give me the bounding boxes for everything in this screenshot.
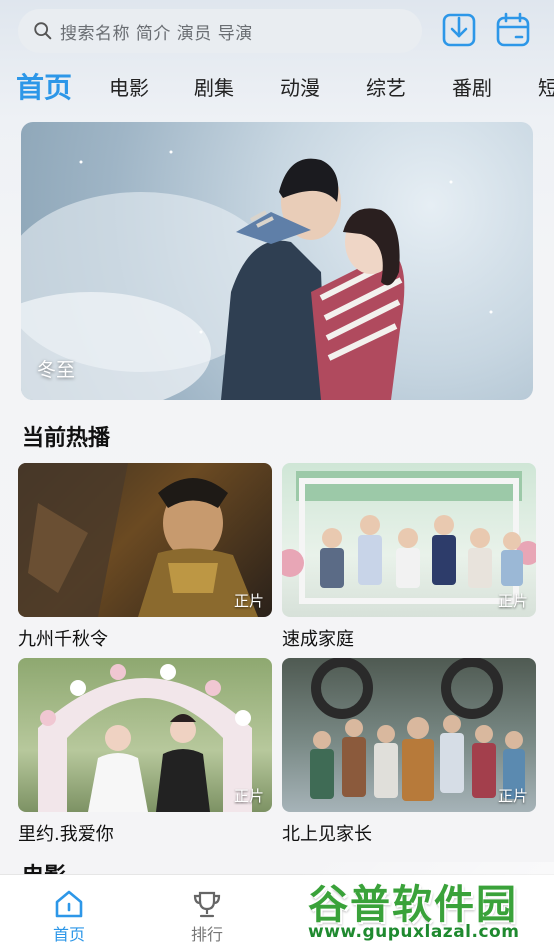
video-thumbnail: 正片 [18,463,272,617]
episode-badge: 正片 [497,787,528,805]
video-card[interactable]: 正片 九州千秋令 [18,463,272,651]
featured-banner[interactable]: 冬至 [21,122,533,400]
episode-badge: 正片 [233,592,264,610]
nav-home[interactable]: 首页 [34,889,104,945]
trophy-icon [193,891,221,918]
video-thumbnail: 正片 [282,658,536,812]
episode-badge: 正片 [233,787,264,805]
nav-ranking-label: 排行 [190,925,223,944]
category-tabs: 首页 电影 剧集 动漫 综艺 番剧 短 [0,64,554,110]
video-thumbnail: 正片 [18,658,272,812]
tab-home[interactable]: 首页 [16,66,72,106]
download-icon[interactable] [442,12,476,48]
watermark-url: www.gupuxlazal.com [308,922,520,942]
tab-bangumi[interactable]: 番剧 [452,72,492,101]
watermark: 谷普软件园 www.gupuxlazal.com [302,862,554,950]
home-icon [55,890,83,918]
video-card[interactable]: 正片 里约.我爱你 [18,658,272,846]
video-title: 里约.我爱你 [18,824,114,845]
top-bar: 搜索名称 简介 演员 导演 [0,0,554,64]
video-title: 北上见家长 [282,824,372,845]
tab-series[interactable]: 剧集 [194,72,234,101]
tab-movies[interactable]: 电影 [109,72,149,101]
video-card[interactable]: 正片 北上见家长 [282,658,536,846]
video-title: 速成家庭 [282,629,354,650]
banner-title: 冬至 [37,359,76,381]
video-title: 九州千秋令 [18,629,108,650]
tab-variety[interactable]: 综艺 [366,72,406,101]
episode-badge: 正片 [497,592,528,610]
tab-anime[interactable]: 动漫 [280,72,320,101]
calendar-icon[interactable] [496,12,530,48]
banner-image [21,150,493,400]
nav-ranking[interactable]: 排行 [172,889,242,945]
section-title-movies: 电影 [22,858,66,874]
section-title-hot: 当前热播 [22,426,111,451]
search-placeholder: 搜索名称 简介 演员 导演 [60,23,253,44]
tab-short[interactable]: 短 [538,72,554,101]
video-card[interactable]: 正片 速成家庭 [282,463,536,651]
search-bar[interactable]: 搜索名称 简介 演员 导演 [18,9,422,53]
search-icon [34,22,52,40]
video-thumbnail: 正片 [282,463,536,617]
nav-home-label: 首页 [52,925,85,944]
